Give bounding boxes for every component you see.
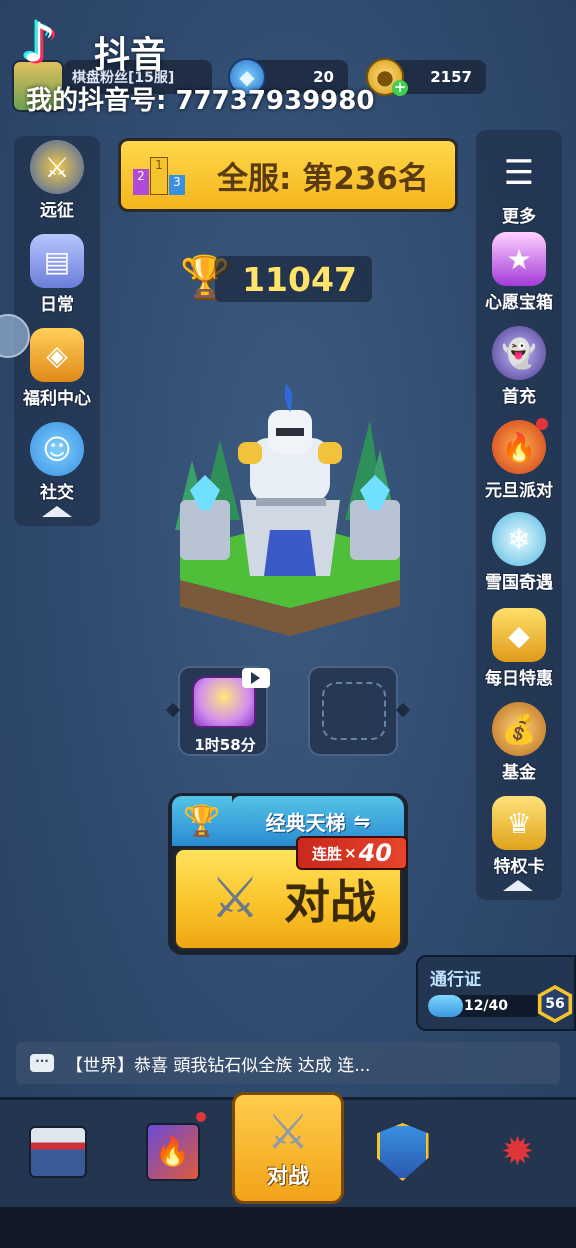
- chat-bubble-icon: ···: [30, 1054, 54, 1072]
- daily-label: 日常: [40, 295, 74, 315]
- pass-level: 56: [541, 989, 569, 1019]
- privilege-card-button[interactable]: ♛ 特权卡: [474, 796, 564, 877]
- expedition-label: 远征: [40, 201, 74, 221]
- fund-label: 基金: [502, 763, 536, 783]
- privilege-card-label: 特权卡: [493, 857, 545, 877]
- daily-deal-button[interactable]: ◆ 每日特惠: [474, 608, 564, 689]
- first-recharge-label: 首充: [502, 387, 536, 407]
- pass-progress-text: 12/40: [463, 998, 509, 1014]
- trophy-count-pill: 11047: [215, 256, 372, 302]
- snow-adventure-label: 雪国奇遇: [485, 573, 553, 593]
- mode-trophy-tab[interactable]: 🏆: [172, 796, 232, 846]
- mode-label: 经典天梯: [265, 810, 346, 835]
- streak-label: 连胜: [312, 844, 343, 863]
- nav-shop[interactable]: [0, 1097, 115, 1207]
- pass-progress-bar: 12/40: [428, 995, 544, 1017]
- first-recharge-button[interactable]: 👻 首充: [474, 326, 564, 407]
- video-play-icon: [251, 672, 260, 684]
- notification-dot: [536, 418, 548, 430]
- upgrade-icon: ✹: [500, 1129, 535, 1175]
- podium-icon: 2 1 3: [133, 155, 189, 195]
- empty-chest-outline-icon: [322, 682, 386, 740]
- crown-card-icon: ♛: [492, 796, 546, 850]
- ghost-monster-icon: 👻: [492, 326, 546, 380]
- menu-list-icon: ☰: [503, 153, 535, 193]
- wish-chest-button[interactable]: ★ 心愿宝箱: [474, 232, 564, 313]
- pass-level-badge: 56: [537, 985, 573, 1023]
- star-chest-icon: ★: [492, 232, 546, 286]
- mode-trophy-icon: 🏆: [183, 803, 221, 839]
- swap-icon: ⇋: [353, 809, 371, 833]
- world-chat-bar[interactable]: ··· 【世界】恭喜 頭我钻石似全族 达成 连...: [16, 1042, 560, 1084]
- snow-adventure-button[interactable]: ❄ 雪国奇遇: [474, 512, 564, 593]
- win-streak-badge: 连胜 × 40: [296, 836, 408, 870]
- pass-title: 通行证: [430, 970, 481, 990]
- cards-icon: 🔥: [145, 1123, 200, 1181]
- watermark-app-name: 抖音: [94, 35, 167, 76]
- crossed-swords-icon: ⚔: [209, 866, 261, 931]
- nav-upgrade[interactable]: ✹: [460, 1097, 575, 1207]
- chest-timer: 1时58分: [194, 736, 256, 754]
- daily-deal-label: 每日特惠: [485, 669, 553, 689]
- castle-illustration: [175, 384, 400, 636]
- more-label: 更多: [502, 207, 536, 227]
- nav-battle[interactable]: ⚔ 对战: [232, 1092, 344, 1202]
- social-button[interactable]: ☺ 社交: [12, 422, 102, 503]
- server-rank-banner[interactable]: 2 1 3 全服: 第236名: [118, 138, 458, 212]
- cards-notification-dot: [196, 1112, 206, 1122]
- nav-cards[interactable]: 🔥: [115, 1097, 230, 1207]
- footer-strip: [0, 1207, 576, 1248]
- tiktok-logo-icon: ♪: [22, 11, 57, 74]
- new-year-party-button[interactable]: 🔥 元旦派对: [474, 420, 564, 501]
- left-collapse-arrow-icon[interactable]: [42, 506, 72, 517]
- watermark-id: 我的抖音号: 77737939980: [26, 86, 375, 116]
- server-rank-text: 全服: 第236名: [217, 160, 429, 197]
- clipboard-icon: ▤: [30, 234, 84, 288]
- battle-pass-panel[interactable]: 通行证 12/40 56: [416, 955, 576, 1031]
- more-button[interactable]: ☰ 更多: [474, 146, 564, 227]
- wish-chest-label: 心愿宝箱: [485, 293, 553, 313]
- nav-clan[interactable]: [345, 1097, 460, 1207]
- chest-slot-2-empty[interactable]: [308, 666, 398, 756]
- social-label: 社交: [40, 483, 74, 503]
- chat-face-icon: ☺: [30, 422, 84, 476]
- right-collapse-arrow-icon[interactable]: [503, 880, 533, 891]
- castle-scene[interactable]: [170, 380, 410, 642]
- streak-value: 40: [358, 839, 392, 867]
- coin-count: 2157: [430, 68, 472, 86]
- battle-icon: ⚔: [266, 1104, 310, 1160]
- ice-crystal-icon: ❄: [492, 512, 546, 566]
- clan-icon: [376, 1123, 429, 1181]
- knight-helmet-icon: ⚔: [30, 140, 84, 194]
- deal-box-icon: ◆: [492, 608, 546, 662]
- money-bag-icon: 💰: [492, 702, 546, 756]
- streak-mult: ×: [344, 844, 357, 862]
- gift-gem-icon: ◈: [30, 328, 84, 382]
- add-coin-icon[interactable]: +: [392, 80, 408, 96]
- daily-button[interactable]: ▤ 日常: [12, 234, 102, 315]
- shop-icon: [28, 1126, 87, 1178]
- nav-battle-label: 对战: [267, 1164, 309, 1188]
- trophy-count: 11047: [242, 259, 357, 299]
- welfare-label: 福利中心: [23, 389, 91, 409]
- fund-button[interactable]: 💰 基金: [474, 702, 564, 783]
- expedition-button[interactable]: ⚔ 远征: [12, 140, 102, 221]
- chat-text: 【世界】恭喜 頭我钻石似全族 达成 连...: [66, 1055, 371, 1076]
- new-year-party-label: 元旦派对: [485, 481, 553, 501]
- battle-label: 对战: [284, 875, 376, 929]
